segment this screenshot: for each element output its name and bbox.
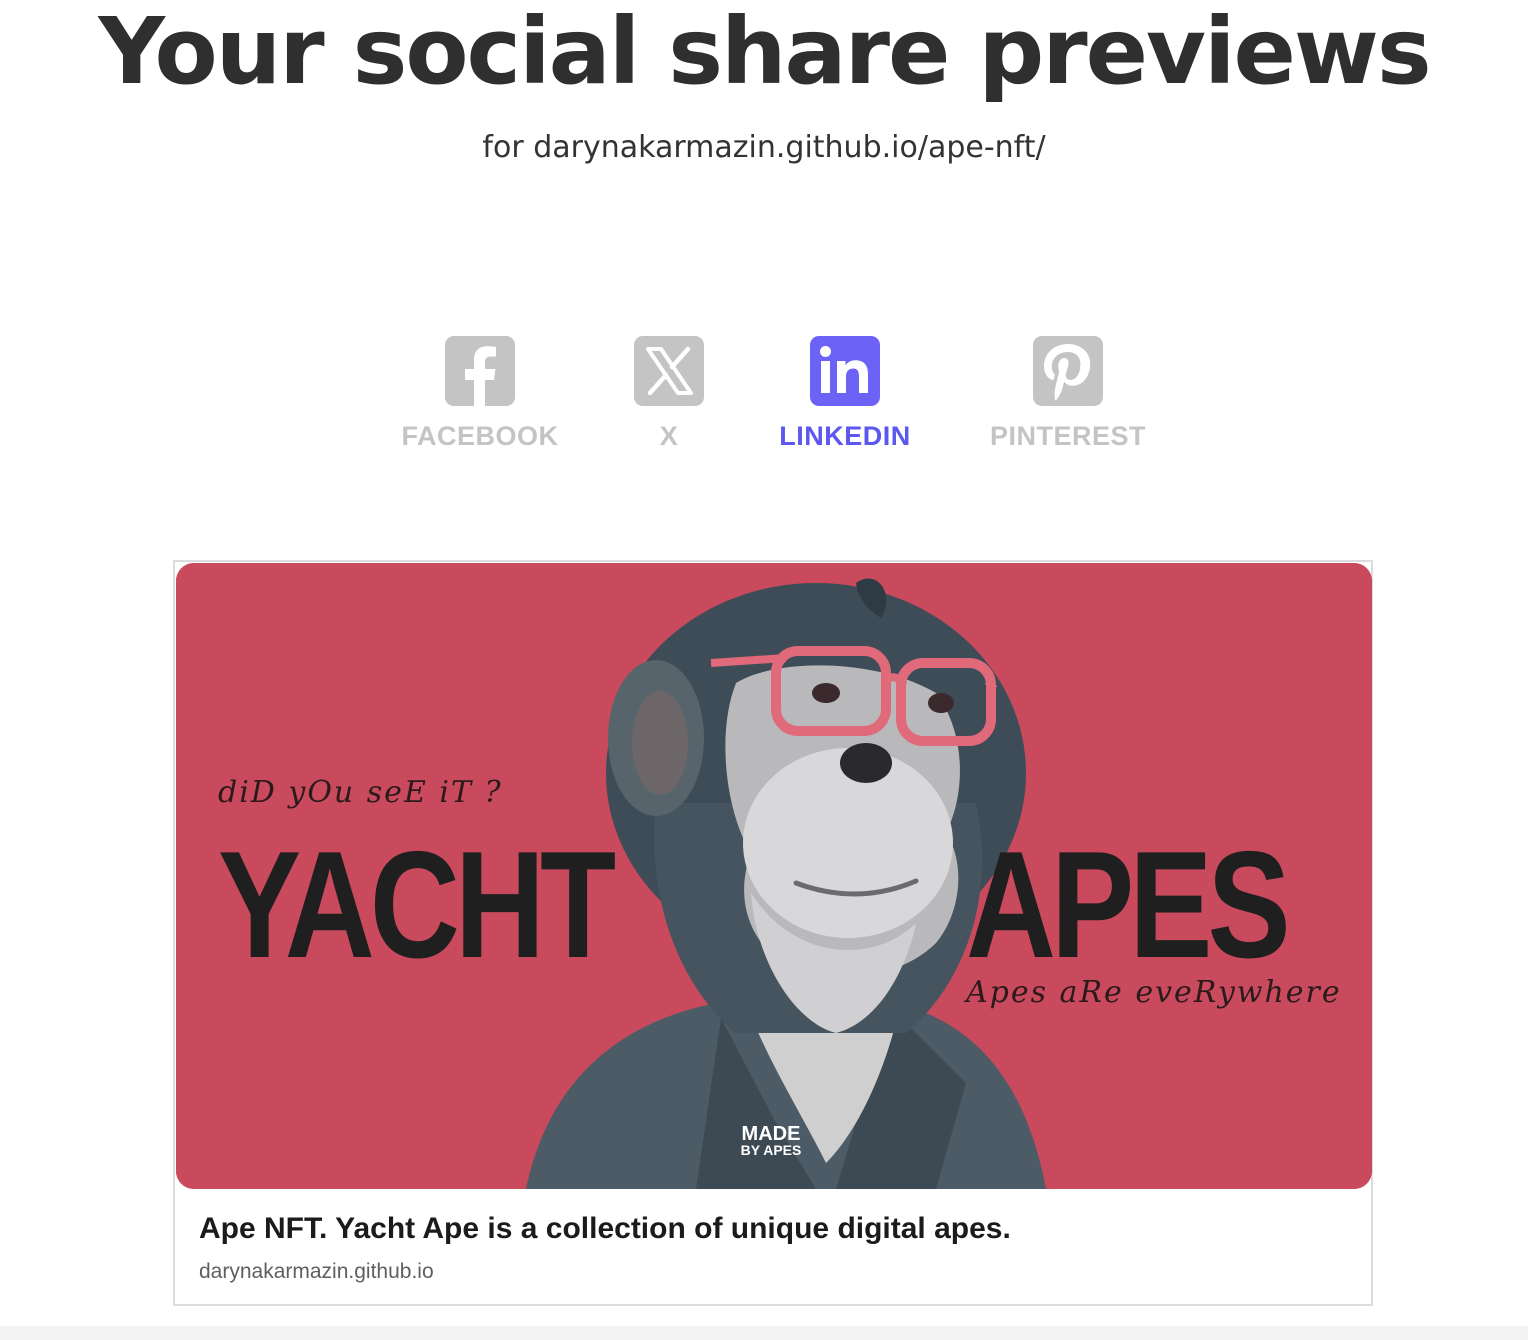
preview-title[interactable]: Ape NFT. Yacht Ape is a collection of un… bbox=[199, 1210, 1349, 1248]
facebook-icon bbox=[445, 336, 515, 406]
tab-facebook-label: FACEBOOK bbox=[401, 421, 559, 451]
page-footer-strip bbox=[0, 1326, 1528, 1340]
preview-domain: darynakarmazin.github.io bbox=[199, 1260, 434, 1283]
tagline-bottom: Apes aRe eveRywhere bbox=[966, 975, 1342, 1010]
x-icon bbox=[634, 336, 704, 406]
made-by-apes-logo: MADE BY APES bbox=[740, 1123, 802, 1158]
linkedin-preview-card[interactable]: diD yOu seE iT ? YACHT APES Apes aRe eve… bbox=[173, 560, 1373, 1306]
tab-pinterest[interactable]: PINTEREST bbox=[978, 336, 1158, 452]
tagline-top: diD yOu seE iT ? bbox=[218, 775, 503, 810]
tab-x-label: X bbox=[659, 421, 679, 451]
page-title: Your social share previews bbox=[98, 0, 1431, 105]
tab-linkedin[interactable]: LINKEDIN bbox=[760, 336, 930, 452]
pinterest-icon bbox=[1033, 336, 1103, 406]
hero-word-right: APES bbox=[966, 820, 1291, 990]
tab-x[interactable]: X bbox=[609, 336, 729, 452]
hero-word-left: YACHT bbox=[218, 820, 616, 990]
tab-pinterest-label: PINTEREST bbox=[989, 421, 1147, 451]
tab-linkedin-label: LINKEDIN bbox=[779, 421, 911, 451]
preview-image: diD yOu seE iT ? YACHT APES Apes aRe eve… bbox=[176, 563, 1372, 1189]
tab-facebook[interactable]: FACEBOOK bbox=[390, 336, 570, 452]
page-subtitle: for darynakarmazin.github.io/ape-nft/ bbox=[482, 130, 1046, 165]
linkedin-icon bbox=[810, 336, 880, 406]
